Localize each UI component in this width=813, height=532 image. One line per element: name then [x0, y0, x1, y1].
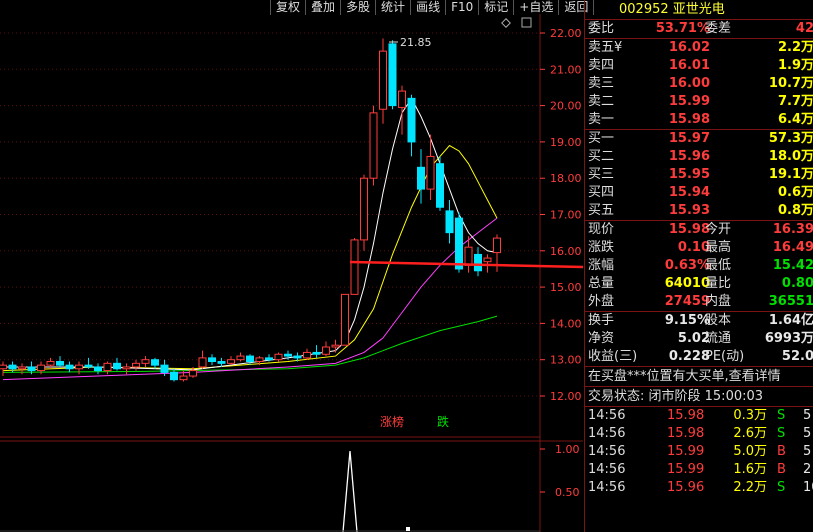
candle[interactable] [274, 352, 283, 362]
tick-trades: 14:56 15.98 0.3万 S 5 14:56 15.98 2.6万 S … [585, 407, 813, 497]
weibi-row: 委比 53.71% 委差 42 [585, 20, 813, 39]
high-marker-label: 21.85 [400, 36, 432, 49]
stat-row: 换手 9.15% 股本 1.64亿 [588, 313, 813, 328]
toolbar-tongji[interactable]: 统计 [375, 0, 410, 15]
stat-row: 总量 64010 量比 0.80 [588, 276, 813, 291]
tag-zhangbang: 涨榜 [380, 414, 404, 429]
quote-panel: 002952 亚世光电 委比 53.71% 委差 42 卖五¥ 16.02 2.… [584, 0, 813, 532]
stat-row: 涨跌 0.10 最高 16.49 [588, 240, 813, 255]
toolbar-add-watchlist[interactable]: +自选 [513, 0, 558, 15]
toolbar-diejia[interactable]: 叠加 [305, 0, 340, 15]
candle[interactable] [360, 174, 368, 251]
buy-orders: 买一 15.97 57.3万 买二 15.96 18.0万 买三 15.95 1… [585, 130, 813, 221]
price-label: 14.00 [550, 317, 582, 330]
buy-row[interactable]: 买一 15.97 57.3万 [585, 130, 813, 148]
price-label: 15.00 [550, 281, 582, 294]
price-label: 17.00 [550, 209, 582, 222]
chart-toolbar: 复权 叠加 多股 统计 画线 F10 标记 +自选 返回 [270, 0, 595, 15]
toolbar-biaoji[interactable]: 标记 [478, 0, 513, 15]
stat-row: 现价 15.98 今开 16.39 [588, 222, 813, 237]
price-label: 12.00 [550, 390, 582, 403]
stat-row: 外盘 27459 内盘 36551 [588, 294, 813, 309]
share-stats: 换手 9.15% 股本 1.64亿 净资 5.02 流通 6993万 收益(三)… [585, 312, 813, 367]
sell-row[interactable]: 卖四 16.01 1.9万 [585, 57, 813, 75]
stock-code: 002952 [619, 2, 669, 17]
trade-row: 14:56 15.96 2.2万 S 10 [588, 480, 813, 495]
sell-row[interactable]: 卖一 15.98 6.4万 [585, 111, 813, 129]
trade-status: 交易状态: 闭市阶段 15:00:03 [585, 387, 813, 407]
toolbar-f10[interactable]: F10 [445, 0, 478, 15]
price-label: 13.00 [550, 354, 582, 367]
trade-row: 14:56 15.98 2.6万 S 5 [588, 426, 812, 441]
buy-row[interactable]: 买五 15.93 0.8万 [585, 202, 813, 220]
vol-label-2: 0.50 [555, 486, 580, 499]
candle[interactable] [388, 40, 397, 110]
candle[interactable] [369, 105, 378, 186]
sell-orders: 卖五¥ 16.02 2.2万 卖四 16.01 1.9万 卖三 16.00 10… [585, 39, 813, 130]
vol-label-1: 1.00 [555, 443, 580, 456]
price-label: 18.00 [550, 172, 582, 185]
candle[interactable] [341, 293, 349, 346]
toolbar-duogu[interactable]: 多股 [340, 0, 375, 15]
tag-die: 跌 [437, 414, 449, 429]
buy-row[interactable]: 买二 15.96 18.0万 [585, 148, 813, 166]
sell-row[interactable]: 卖三 16.00 10.7万 [585, 75, 813, 93]
sell-row[interactable]: 卖五¥ 16.02 2.2万 [585, 39, 813, 57]
price-label: 16.00 [550, 245, 582, 258]
trade-row: 14:56 15.98 0.3万 S 5 [588, 408, 812, 423]
stock-name: 亚世光电 [672, 2, 725, 17]
candle[interactable] [436, 156, 444, 211]
weibi-value: 53.71% [655, 21, 710, 36]
price-label: 20.00 [550, 100, 582, 113]
kline-chart[interactable]: 22.00 21.00 20.00 19.00 18.00 17.00 16.00 15.00… [0, 0, 583, 532]
price-label: 21.00 [550, 63, 582, 76]
stat-row: 收益(三) 0.228 PE(动) 52.0 [588, 349, 813, 364]
price-stats: 现价 15.98 今开 16.39 涨跌 0.10 最高 16.49 涨幅 0.… [585, 221, 813, 312]
toolbar-huaxian[interactable]: 画线 [410, 0, 445, 15]
price-label: 19.00 [550, 136, 582, 149]
big-order-message[interactable]: 在买盘***位置有大买单,查看详情 [585, 367, 813, 387]
stat-row: 涨幅 0.63% 最低 15.42 [588, 258, 813, 273]
candle[interactable] [350, 238, 359, 295]
stock-header: 002952 亚世光电 [585, 0, 813, 20]
trade-row: 14:56 15.99 5.0万 B 5 [588, 444, 812, 459]
toolbar-fuquan[interactable]: 复权 [270, 0, 305, 15]
weicha-value: 42 [795, 21, 813, 36]
trade-row: 14:56 15.99 1.6万 B 2 [588, 462, 812, 477]
stat-row: 净资 5.02 流通 6993万 [588, 331, 813, 346]
price-label: 22.00 [550, 27, 582, 40]
buy-row[interactable]: 买三 15.95 19.1万 [585, 166, 813, 184]
buy-row[interactable]: 买四 15.94 0.6万 [585, 184, 813, 202]
sell-row[interactable]: 卖二 15.99 7.7万 [585, 93, 813, 111]
